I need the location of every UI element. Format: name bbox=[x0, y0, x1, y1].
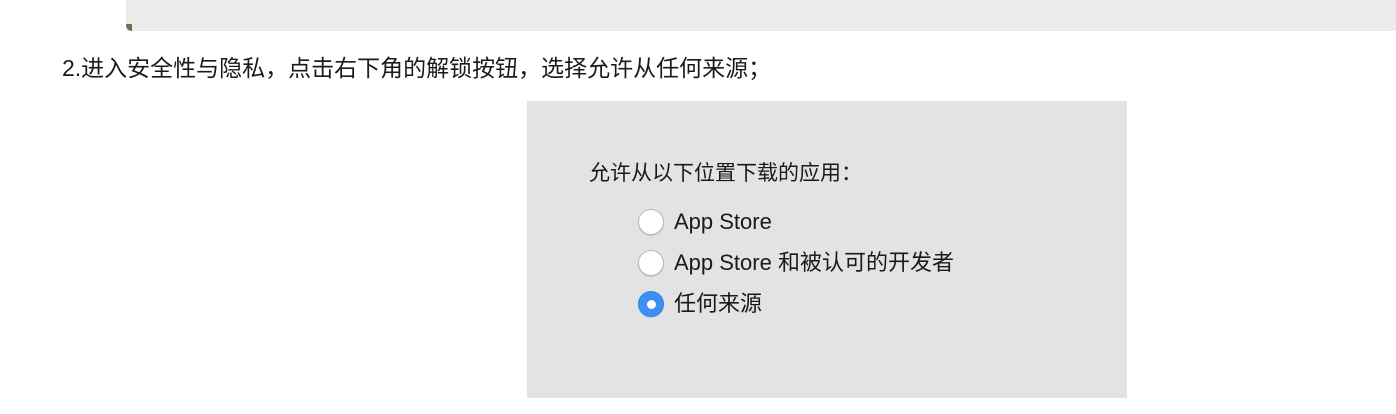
radio-selected-dot-icon bbox=[646, 299, 656, 309]
radio-option-app-store-identified-developers[interactable]: App Store 和被认可的开发者 bbox=[638, 248, 954, 278]
radio-option-anywhere[interactable]: 任何来源 bbox=[638, 289, 762, 319]
document-page: 2.进入安全性与隐私，点击右下角的解锁按钮，选择允许从任何来源； 允许从以下位置… bbox=[0, 0, 1396, 414]
radio-button-app-store[interactable] bbox=[638, 209, 664, 235]
option-label-app-store-identified-developers: App Store 和被认可的开发者 bbox=[674, 250, 954, 275]
radio-button-app-store-identified-developers[interactable] bbox=[638, 250, 664, 276]
previous-screenshot-edge bbox=[126, 0, 1396, 31]
radio-button-anywhere[interactable] bbox=[638, 291, 664, 317]
option-label-anywhere: 任何来源 bbox=[674, 291, 763, 316]
security-settings-panel: 允许从以下位置下载的应用： App Store App Store 和被认可的开… bbox=[527, 101, 1127, 398]
option-label-app-store: App Store bbox=[674, 209, 772, 234]
allow-apps-heading: 允许从以下位置下载的应用： bbox=[589, 162, 862, 185]
step-instruction: 2.进入安全性与隐私，点击右下角的解锁按钮，选择允许从任何来源； bbox=[62, 55, 772, 81]
radio-option-app-store[interactable]: App Store bbox=[638, 207, 772, 237]
